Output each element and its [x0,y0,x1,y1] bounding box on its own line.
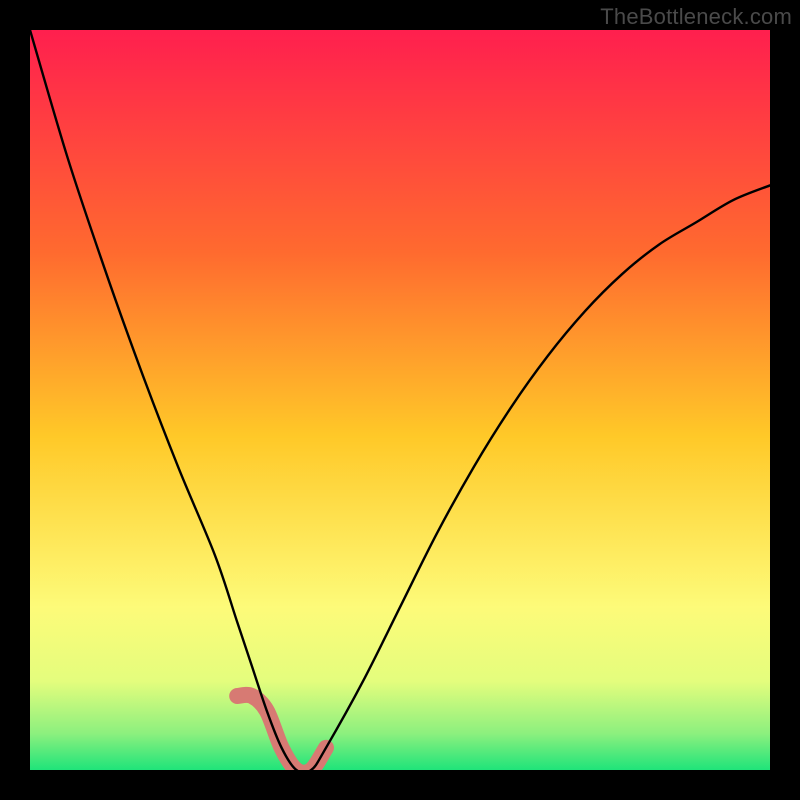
low-bottleneck-highlight [237,695,326,770]
chart-frame [30,30,770,770]
watermark-text: TheBottleneck.com [600,4,792,30]
bottleneck-curve [30,30,770,770]
chart-curve-layer [30,30,770,770]
